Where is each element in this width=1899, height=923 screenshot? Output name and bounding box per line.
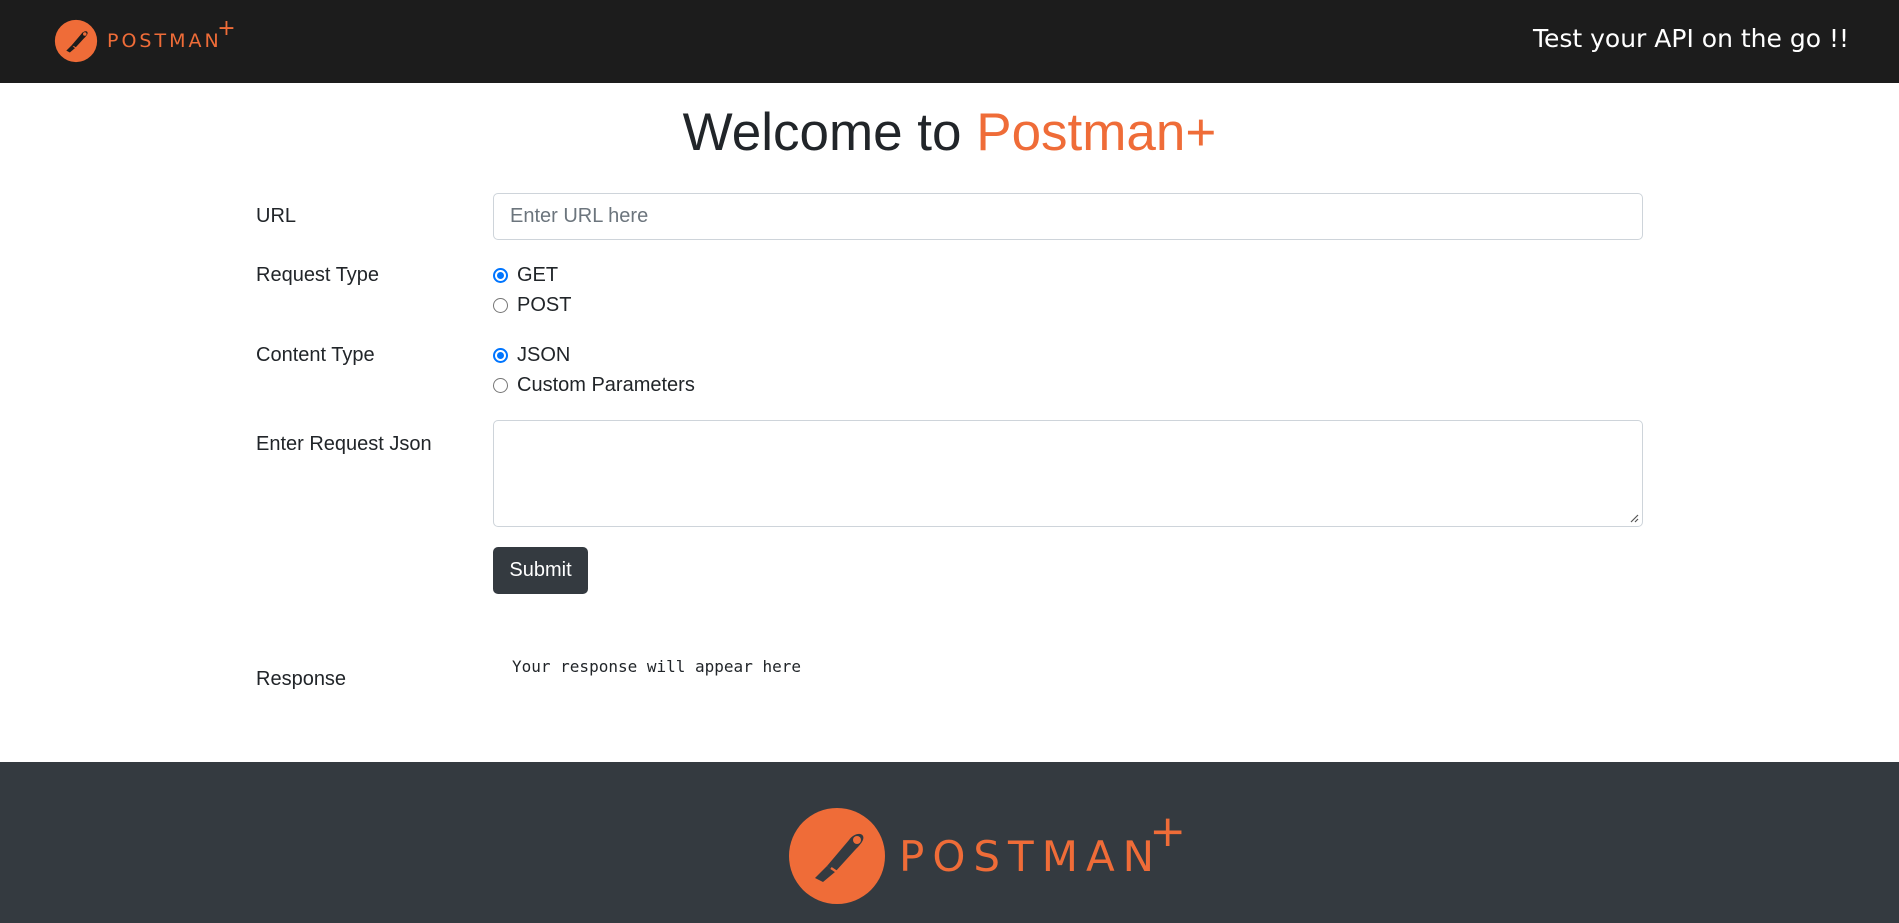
- content-type-option-label: Custom Parameters: [517, 374, 695, 396]
- page-title-prefix: Welcome to: [682, 103, 977, 162]
- request-json-textarea[interactable]: [493, 420, 1643, 527]
- page-title-accent: Postman+: [976, 103, 1217, 162]
- footer-plus-mark: +: [1149, 805, 1187, 857]
- request-type-option-label: POST: [517, 294, 572, 316]
- postman-rocket-icon: [54, 19, 98, 63]
- page-title: Welcome to Postman+: [0, 102, 1899, 163]
- brand-plus-mark: +: [217, 16, 236, 41]
- request-type-option-label: GET: [517, 264, 559, 286]
- url-input[interactable]: [493, 193, 1643, 240]
- postman-rocket-icon: [789, 808, 885, 904]
- radio-button-post[interactable]: [493, 298, 508, 313]
- brand-logo-link[interactable]: POSTMAN +: [51, 16, 236, 63]
- radio-button-get[interactable]: [493, 268, 508, 283]
- footer: POSTMAN +: [0, 762, 1899, 923]
- brand-wordmark: POSTMAN +: [107, 16, 236, 52]
- content-type-option-json[interactable]: JSON: [493, 344, 570, 367]
- request-type-option-get[interactable]: GET: [493, 264, 558, 287]
- request-type-label: Request Type: [256, 264, 380, 286]
- navbar-tagline: Test your API on the go !!: [1532, 24, 1849, 53]
- resize-grip-icon[interactable]: [1629, 513, 1639, 523]
- footer-logo: POSTMAN +: [787, 805, 1187, 906]
- navbar: POSTMAN + Test your API on the go !!: [0, 0, 1899, 83]
- response-label: Response: [256, 668, 347, 690]
- content-type-label: Content Type: [256, 344, 375, 366]
- response-output: Your response will appear here: [512, 657, 801, 676]
- footer-wordmark: POSTMAN +: [899, 805, 1187, 881]
- content-type-option-label: JSON: [517, 344, 571, 366]
- url-label: URL: [256, 205, 297, 227]
- request-type-option-post[interactable]: POST: [493, 294, 571, 317]
- content-type-option-custom-parameters[interactable]: Custom Parameters: [493, 374, 695, 397]
- radio-button-json[interactable]: [493, 348, 508, 363]
- radio-button-custom-parameters[interactable]: [493, 378, 508, 393]
- submit-button[interactable]: Submit: [493, 547, 588, 594]
- request-json-label: Enter Request Json: [256, 433, 432, 455]
